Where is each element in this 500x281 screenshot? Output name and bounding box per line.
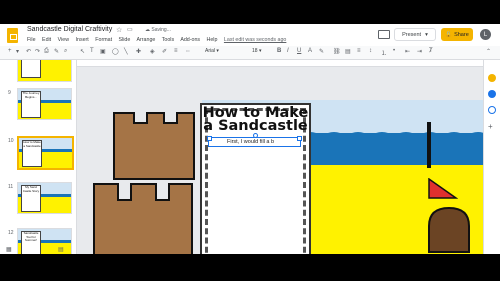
- image-icon[interactable]: ▣: [100, 48, 106, 55]
- document-title[interactable]: Sandcastle Digital Craftivity: [27, 26, 112, 33]
- line-spacing-icon[interactable]: ↕: [369, 48, 372, 54]
- add-icon[interactable]: +: [488, 122, 493, 131]
- indent-decrease-icon[interactable]: ⇤: [405, 48, 410, 55]
- font-size-select[interactable]: 18 ▾: [252, 48, 270, 56]
- ruler: [77, 60, 483, 67]
- thumb-card-text: Sandcastle Tool for Summer!: [21, 231, 41, 254]
- comment-add-icon[interactable]: ✚: [136, 48, 141, 55]
- flag-triangle[interactable]: [428, 178, 458, 200]
- castle-block-top[interactable]: [113, 112, 195, 180]
- slide-number: 11: [8, 184, 14, 190]
- zoom-icon[interactable]: ⌕: [64, 48, 67, 55]
- last-edit-link[interactable]: Last edit was seconds ago: [224, 37, 286, 43]
- instruction-textbox[interactable]: First, I would fill a b: [207, 133, 302, 147]
- tasks-icon[interactable]: [488, 90, 496, 98]
- menu-insert[interactable]: Insert: [76, 37, 89, 43]
- slides-logo-icon[interactable]: [7, 28, 18, 43]
- grid-view-icon[interactable]: ▦: [6, 246, 12, 253]
- keep-icon[interactable]: [488, 74, 496, 82]
- menu-slide[interactable]: Slide: [119, 37, 131, 43]
- chevron-down-icon[interactable]: ▾: [16, 48, 19, 55]
- resize-handle[interactable]: [207, 136, 212, 141]
- lock-icon: 🔒: [445, 31, 453, 38]
- slide-number: 10: [8, 138, 14, 144]
- link-icon[interactable]: ⛓: [333, 48, 341, 55]
- slide-number: 9: [8, 90, 11, 96]
- slides-window: Sandcastle Digital Craftivity ☆ ▭ ☁ Savi…: [0, 24, 500, 254]
- star-icon[interactable]: ☆: [116, 26, 122, 34]
- list-view-icon[interactable]: ▤: [58, 246, 64, 253]
- saving-status: ☁ Saving...: [145, 27, 171, 33]
- collapse-icon[interactable]: ⌃: [486, 48, 491, 55]
- clear-format-icon[interactable]: Ⱦ: [429, 48, 433, 54]
- border-weight-icon[interactable]: ≡: [174, 48, 178, 54]
- toolbar: + ▾ ↶ ↷ ⎙ ✎ ⌕ ↖ T ▣ ◯ ╲ ✚ ◈ ✐ ≡ ┄ Arial …: [0, 46, 500, 60]
- share-button[interactable]: 🔒 Share: [441, 28, 473, 41]
- menu-arrange[interactable]: Arrange: [137, 37, 156, 43]
- shape-icon[interactable]: ◯: [112, 48, 119, 55]
- print-icon[interactable]: ⎙: [44, 48, 49, 55]
- slide-thumbnail[interactable]: My Sand Castle Story: [17, 182, 72, 214]
- highlight-icon[interactable]: ✎: [319, 48, 324, 55]
- card-title: How to Make a Sandcastle: [202, 105, 309, 134]
- menu-tools[interactable]: Tools: [162, 37, 174, 43]
- bold-icon[interactable]: B: [277, 48, 281, 54]
- slide-canvas: How to Make a Sandcastle First, I would …: [77, 60, 483, 254]
- select-icon[interactable]: ↖: [80, 48, 85, 55]
- side-panel: +: [483, 60, 500, 254]
- share-label: Share: [454, 31, 469, 38]
- thumb-card-text: How to Make a Sandcastle: [22, 140, 42, 167]
- letterbox: [0, 254, 500, 281]
- indent-increase-icon[interactable]: ⇥: [417, 48, 422, 55]
- slide-number: 12: [8, 230, 14, 236]
- instruction-card[interactable]: How to Make a Sandcastle First, I would …: [200, 103, 311, 254]
- new-slide-icon[interactable]: +: [8, 48, 12, 54]
- move-folder-icon[interactable]: ▭: [127, 26, 133, 33]
- line-icon[interactable]: ╲: [124, 48, 128, 55]
- menu-add-ons[interactable]: Add-ons: [180, 37, 200, 43]
- menu-bar: File Edit View Insert Format Slide Arran…: [27, 37, 291, 43]
- present-label: Present: [402, 31, 422, 38]
- underline-icon[interactable]: U: [297, 48, 301, 54]
- font-select[interactable]: Arial ▾: [205, 48, 239, 56]
- text-color-icon[interactable]: A: [308, 48, 312, 54]
- border-color-icon[interactable]: ✐: [162, 48, 167, 55]
- italic-icon[interactable]: I: [287, 48, 289, 54]
- castle-door[interactable]: [427, 206, 471, 254]
- thumb-card-text: The Journey Begins...: [21, 91, 41, 118]
- bulleted-list-icon[interactable]: •: [393, 48, 395, 54]
- flag-pole[interactable]: [427, 122, 431, 168]
- slide-thumbnail[interactable]: The Journey Begins...: [17, 88, 72, 120]
- numbered-list-icon[interactable]: ⒈: [381, 48, 387, 57]
- chevron-down-icon[interactable]: ▾: [425, 32, 428, 38]
- menu-view[interactable]: View: [58, 37, 69, 43]
- avatar[interactable]: L: [480, 29, 491, 40]
- comments-icon[interactable]: [378, 30, 390, 39]
- menu-edit[interactable]: Edit: [42, 37, 51, 43]
- castle-block-bottom[interactable]: [93, 183, 193, 254]
- menu-file[interactable]: File: [27, 37, 36, 43]
- menu-help[interactable]: Help: [207, 37, 218, 43]
- comment-icon[interactable]: ▤: [345, 48, 351, 55]
- align-icon[interactable]: ≡: [357, 48, 361, 54]
- rotate-handle[interactable]: [253, 133, 258, 138]
- slide-thumbnail-selected[interactable]: How to Make a Sandcastle: [17, 136, 74, 170]
- redo-icon[interactable]: ↷: [35, 48, 40, 55]
- paint-format-icon[interactable]: ✎: [54, 48, 59, 55]
- border-dash-icon[interactable]: ┄: [186, 48, 190, 55]
- calendar-icon[interactable]: [488, 106, 496, 114]
- menu-format[interactable]: Format: [95, 37, 112, 43]
- slide-thumbnail[interactable]: [17, 60, 72, 82]
- present-button[interactable]: Present ▾: [394, 28, 436, 41]
- filmstrip: 9 The Journey Begins... 10 How to Make a…: [0, 60, 77, 254]
- undo-icon[interactable]: ↶: [26, 48, 31, 55]
- fill-color-icon[interactable]: ◈: [150, 48, 155, 55]
- resize-handle[interactable]: [297, 136, 302, 141]
- title-bar: Sandcastle Digital Craftivity ☆ ▭ ☁ Savi…: [0, 24, 500, 46]
- textbox-icon[interactable]: T: [90, 48, 94, 54]
- thumb-card-text: My Sand Castle Story: [21, 185, 41, 212]
